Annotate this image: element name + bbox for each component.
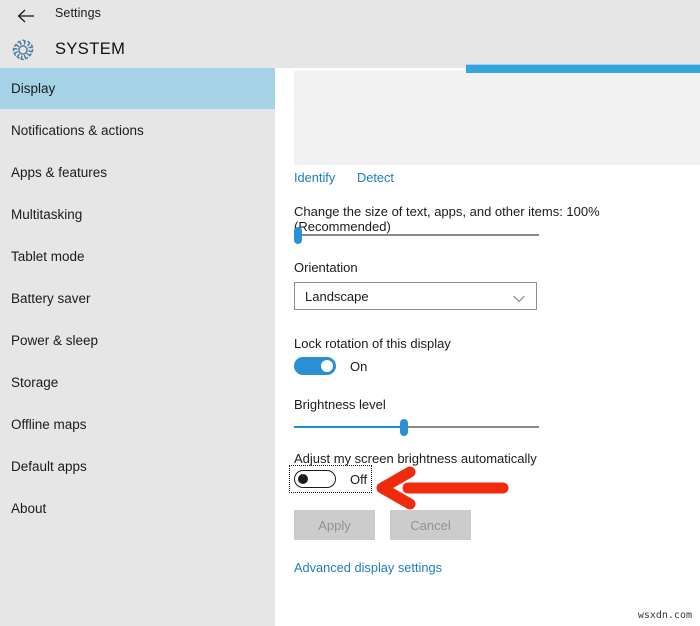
sidebar-item-power-sleep[interactable]: Power & sleep (0, 320, 275, 361)
sidebar-item-offline-maps[interactable]: Offline maps (0, 404, 275, 445)
orientation-label: Orientation (294, 260, 358, 275)
lock-rotation-label: Lock rotation of this display (294, 336, 451, 351)
brightness-slider-fill (294, 426, 404, 428)
sidebar-item-label: Offline maps (11, 417, 87, 432)
sidebar-item-storage[interactable]: Storage (0, 362, 275, 403)
advanced-display-settings-link[interactable]: Advanced display settings (294, 560, 442, 575)
sidebar-item-label: Display (11, 81, 56, 96)
lock-rotation-state: On (350, 358, 368, 374)
auto-brightness-state: Off (350, 471, 368, 487)
page-title: SYSTEM (55, 40, 126, 58)
sidebar-item-label: About (11, 501, 47, 516)
detect-link[interactable]: Detect (357, 170, 394, 185)
scale-slider-thumb[interactable] (294, 227, 302, 244)
sidebar-item-label: Storage (11, 375, 59, 390)
sidebar-item-display[interactable]: Display (0, 68, 275, 109)
sidebar-item-multitasking[interactable]: Multitasking (0, 194, 275, 235)
watermark: wsxdn.com (637, 610, 692, 621)
toggle-knob (298, 474, 308, 484)
sidebar-item-label: Multitasking (11, 207, 83, 222)
brightness-slider-track (404, 426, 539, 428)
toggle-knob (321, 360, 333, 372)
sidebar: Display Notifications & actions Apps & f… (0, 68, 275, 626)
sidebar-item-about[interactable]: About (0, 488, 275, 529)
sidebar-item-battery-saver[interactable]: Battery saver (0, 278, 275, 319)
window-title: Settings (55, 6, 101, 20)
cancel-button[interactable]: Cancel (390, 510, 471, 540)
auto-brightness-row: Off (289, 465, 373, 493)
lock-rotation-row: On (294, 357, 367, 375)
auto-brightness-label: Adjust my screen brightness automaticall… (294, 451, 537, 466)
orientation-selected-value: Landscape (305, 288, 369, 304)
brightness-slider[interactable] (294, 417, 539, 437)
apply-button[interactable]: Apply (294, 510, 375, 540)
sidebar-item-notifications-actions[interactable]: Notifications & actions (0, 110, 275, 151)
sidebar-item-label: Power & sleep (11, 333, 99, 348)
sidebar-item-label: Notifications & actions (11, 123, 144, 138)
sidebar-item-label: Default apps (11, 459, 87, 474)
scale-slider[interactable] (294, 225, 539, 245)
auto-brightness-toggle[interactable] (294, 470, 336, 488)
brightness-label: Brightness level (294, 397, 386, 412)
sidebar-item-label: Battery saver (11, 291, 91, 306)
scale-slider-track (298, 234, 539, 236)
sidebar-item-default-apps[interactable]: Default apps (0, 446, 275, 487)
sidebar-item-apps-features[interactable]: Apps & features (0, 152, 275, 193)
sidebar-item-label: Tablet mode (11, 249, 85, 264)
chevron-down-icon (512, 291, 526, 309)
sidebar-item-label: Apps & features (11, 165, 108, 180)
identify-link[interactable]: Identify (294, 170, 335, 185)
back-arrow-icon (17, 9, 37, 23)
gear-icon (9, 36, 37, 64)
sidebar-item-tablet-mode[interactable]: Tablet mode (0, 236, 275, 277)
display-preview-accent-bar (466, 64, 700, 73)
orientation-dropdown[interactable]: Landscape (294, 282, 537, 310)
lock-rotation-toggle[interactable] (294, 357, 336, 375)
display-preview-panel[interactable] (294, 71, 700, 165)
brightness-slider-thumb[interactable] (400, 419, 408, 436)
page-header: SYSTEM (0, 31, 700, 68)
title-bar: Settings (0, 0, 700, 31)
back-button[interactable] (10, 3, 44, 28)
